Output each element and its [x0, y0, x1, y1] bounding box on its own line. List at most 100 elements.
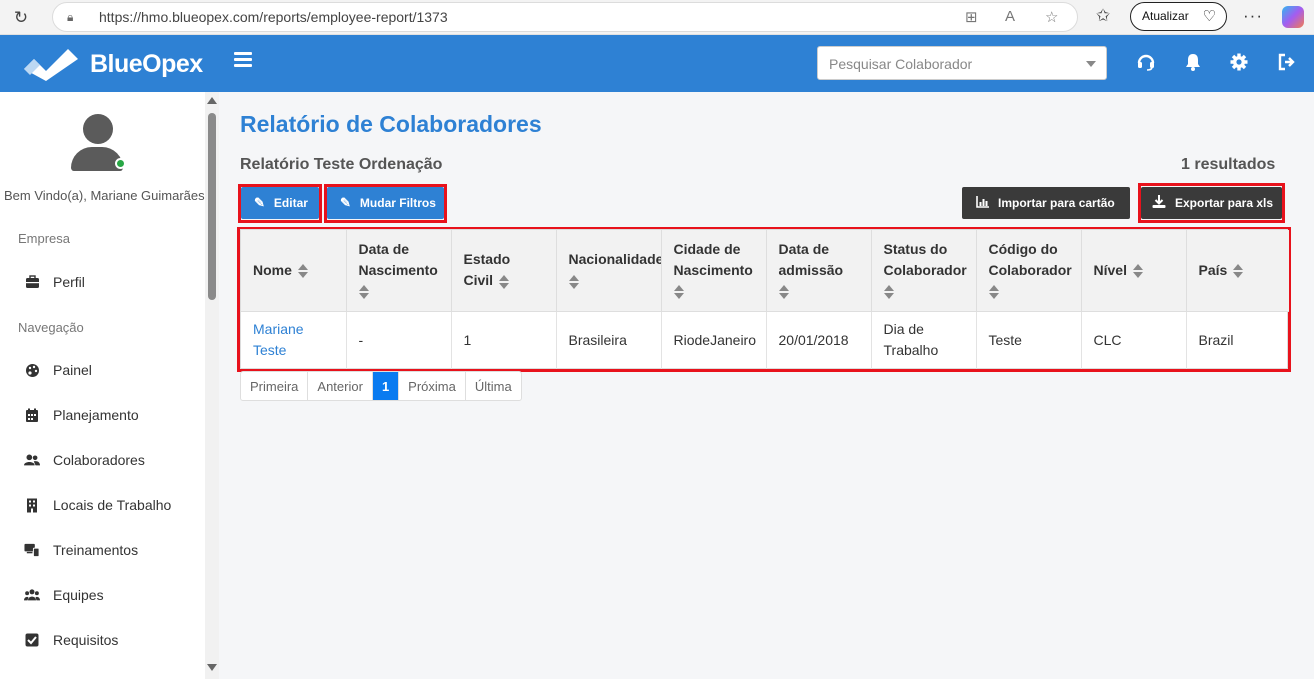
edit-button[interactable]: ✎ Editar	[241, 187, 319, 219]
avatar[interactable]	[71, 114, 126, 172]
cell-employee-code: Teste	[976, 311, 1082, 369]
copilot-icon[interactable]	[1282, 6, 1304, 28]
employee-link[interactable]: Mariane Teste	[253, 321, 304, 358]
user-head-icon	[83, 114, 113, 144]
chevron-down-icon	[1086, 61, 1096, 67]
results-count: 1 resultados	[1181, 156, 1276, 173]
column-header-label: Cidade de Nascimento	[673, 240, 753, 278]
sort-icon[interactable]	[988, 285, 999, 300]
sort-icon[interactable]	[883, 285, 894, 300]
edit-icon: ✎	[340, 195, 351, 210]
column-header-name[interactable]: Nome	[241, 230, 347, 312]
checkbox-icon	[24, 632, 40, 648]
pager-current-page[interactable]: 1	[372, 372, 400, 400]
sidebar-item-trainings[interactable]: Treinamentos	[24, 539, 138, 561]
pager-next[interactable]: Próxima	[399, 372, 466, 400]
sidebar-item-teams[interactable]: Equipes	[24, 584, 104, 606]
change-filters-button[interactable]: ✎ Mudar Filtros	[327, 187, 444, 219]
online-status-icon	[115, 158, 126, 169]
column-header-birth-city[interactable]: Cidade de Nascimento	[661, 230, 767, 312]
cell-marital-status: 1	[451, 311, 557, 369]
column-header-country[interactable]: País	[1186, 230, 1289, 312]
sort-icon[interactable]	[499, 274, 510, 289]
sidebar-item-label: Colaboradores	[53, 452, 145, 468]
cell-name[interactable]: Mariane Teste	[241, 311, 347, 369]
app-header: BlueOpex Pesquisar Colaborador	[0, 35, 1314, 92]
more-menu-icon[interactable]: ···	[1243, 6, 1263, 26]
headset-icon[interactable]	[1136, 52, 1156, 72]
sort-icon[interactable]	[673, 285, 684, 300]
column-header-level[interactable]: Nível	[1081, 230, 1187, 312]
sidebar-item-dashboard[interactable]: Painel	[24, 359, 92, 381]
sidebar-item-planning[interactable]: Planejamento	[24, 404, 139, 426]
column-header-marital-status[interactable]: Estado Civil	[451, 230, 557, 312]
update-label: Atualizar	[1142, 9, 1189, 23]
sidebar-item-workplaces[interactable]: Locais de Trabalho	[24, 494, 171, 516]
sort-icon[interactable]	[568, 274, 579, 289]
sort-icon[interactable]	[1132, 264, 1143, 279]
pager-previous[interactable]: Anterior	[308, 372, 373, 400]
bell-icon[interactable]	[1183, 52, 1203, 72]
logout-icon[interactable]	[1277, 52, 1297, 72]
sort-icon[interactable]	[1233, 264, 1244, 279]
sidebar-scroll-thumb[interactable]	[208, 113, 216, 300]
column-header-label: Código do Colaborador	[988, 240, 1072, 278]
update-button[interactable]: Atualizar ♡	[1130, 2, 1227, 31]
change-filters-label: Mudar Filtros	[359, 196, 436, 210]
pager-first[interactable]: Primeira	[241, 372, 309, 400]
palette-icon	[24, 362, 40, 378]
search-placeholder: Pesquisar Colaborador	[829, 56, 973, 72]
logo-icon[interactable]	[24, 47, 78, 81]
report-name: Relatório Teste Ordenação	[240, 156, 443, 173]
cell-nationality: Brasileira	[556, 311, 662, 369]
gear-icon[interactable]	[1229, 52, 1249, 72]
employee-search-select[interactable]: Pesquisar Colaborador	[817, 46, 1107, 80]
heart-icon: ♡	[1202, 8, 1216, 25]
users-icon	[24, 452, 40, 468]
calendar-icon	[24, 407, 40, 423]
column-header-label: Nome	[253, 261, 292, 278]
column-header-employee-code[interactable]: Código do Colaborador	[976, 230, 1082, 312]
export-xls-button[interactable]: Exportar para xls	[1141, 187, 1282, 219]
column-header-admission-date[interactable]: Data de admissão	[766, 230, 872, 312]
sidebar-item-label: Locais de Trabalho	[53, 497, 172, 513]
import-card-button[interactable]: Importar para cartão	[962, 187, 1130, 219]
column-header-employee-status[interactable]: Status do Colaborador	[871, 230, 977, 312]
cell-admission-date: 20/01/2018	[766, 311, 872, 369]
export-xls-label: Exportar para xls	[1175, 196, 1274, 210]
cell-birth-city: RiodeJaneiro	[661, 311, 767, 369]
report-table: Nome Data de Nascimento Estado Civil Nac…	[240, 229, 1289, 369]
sort-icon[interactable]	[358, 285, 369, 300]
download-icon	[1152, 195, 1166, 211]
lock-icon[interactable]: 🔒︎	[67, 10, 81, 24]
pager-last[interactable]: Última	[466, 372, 521, 400]
devices-icon	[24, 542, 40, 558]
reload-icon[interactable]: ↻	[10, 7, 32, 29]
split-screen-icon[interactable]: ⊞	[965, 8, 978, 26]
column-header-nationality[interactable]: Nacionalidade	[556, 230, 662, 312]
browser-toolbar: ↻ 🔒︎ https://hmo.blueopex.com/reports/em…	[0, 0, 1314, 35]
sidebar-item-requirements[interactable]: Requisitos	[24, 629, 118, 651]
url-text[interactable]: https://hmo.blueopex.com/reports/employe…	[99, 9, 448, 25]
column-header-label: Status do Colaborador	[883, 240, 967, 278]
edit-icon: ✎	[254, 195, 265, 210]
address-bar[interactable]: 🔒︎ https://hmo.blueopex.com/reports/empl…	[52, 2, 1078, 32]
table-row: Mariane Teste - 1 Brasileira RiodeJaneir…	[241, 311, 1289, 369]
sidebar-item-profile[interactable]: Perfil	[24, 271, 85, 293]
sidebar-item-employees[interactable]: Colaboradores	[24, 449, 145, 471]
scroll-up-arrow-icon[interactable]	[207, 97, 217, 104]
favorite-star-icon[interactable]: ☆	[1045, 8, 1058, 26]
sort-icon[interactable]	[778, 285, 789, 300]
page-title: Relatório de Colaboradores	[240, 111, 542, 137]
building-icon	[24, 497, 40, 513]
favorites-icon[interactable]: ✩	[1096, 6, 1110, 26]
column-header-birth-date[interactable]: Data de Nascimento	[346, 230, 452, 312]
menu-toggle-icon[interactable]	[234, 52, 252, 68]
scroll-down-arrow-icon[interactable]	[207, 664, 217, 671]
brand-name[interactable]: BlueOpex	[90, 50, 203, 79]
sort-icon[interactable]	[297, 264, 308, 279]
section-label-navigation: Navegação	[18, 320, 84, 335]
read-aloud-icon[interactable]: A	[1005, 8, 1015, 25]
import-card-label: Importar para cartão	[998, 196, 1115, 210]
sidebar-item-label: Perfil	[53, 274, 85, 290]
